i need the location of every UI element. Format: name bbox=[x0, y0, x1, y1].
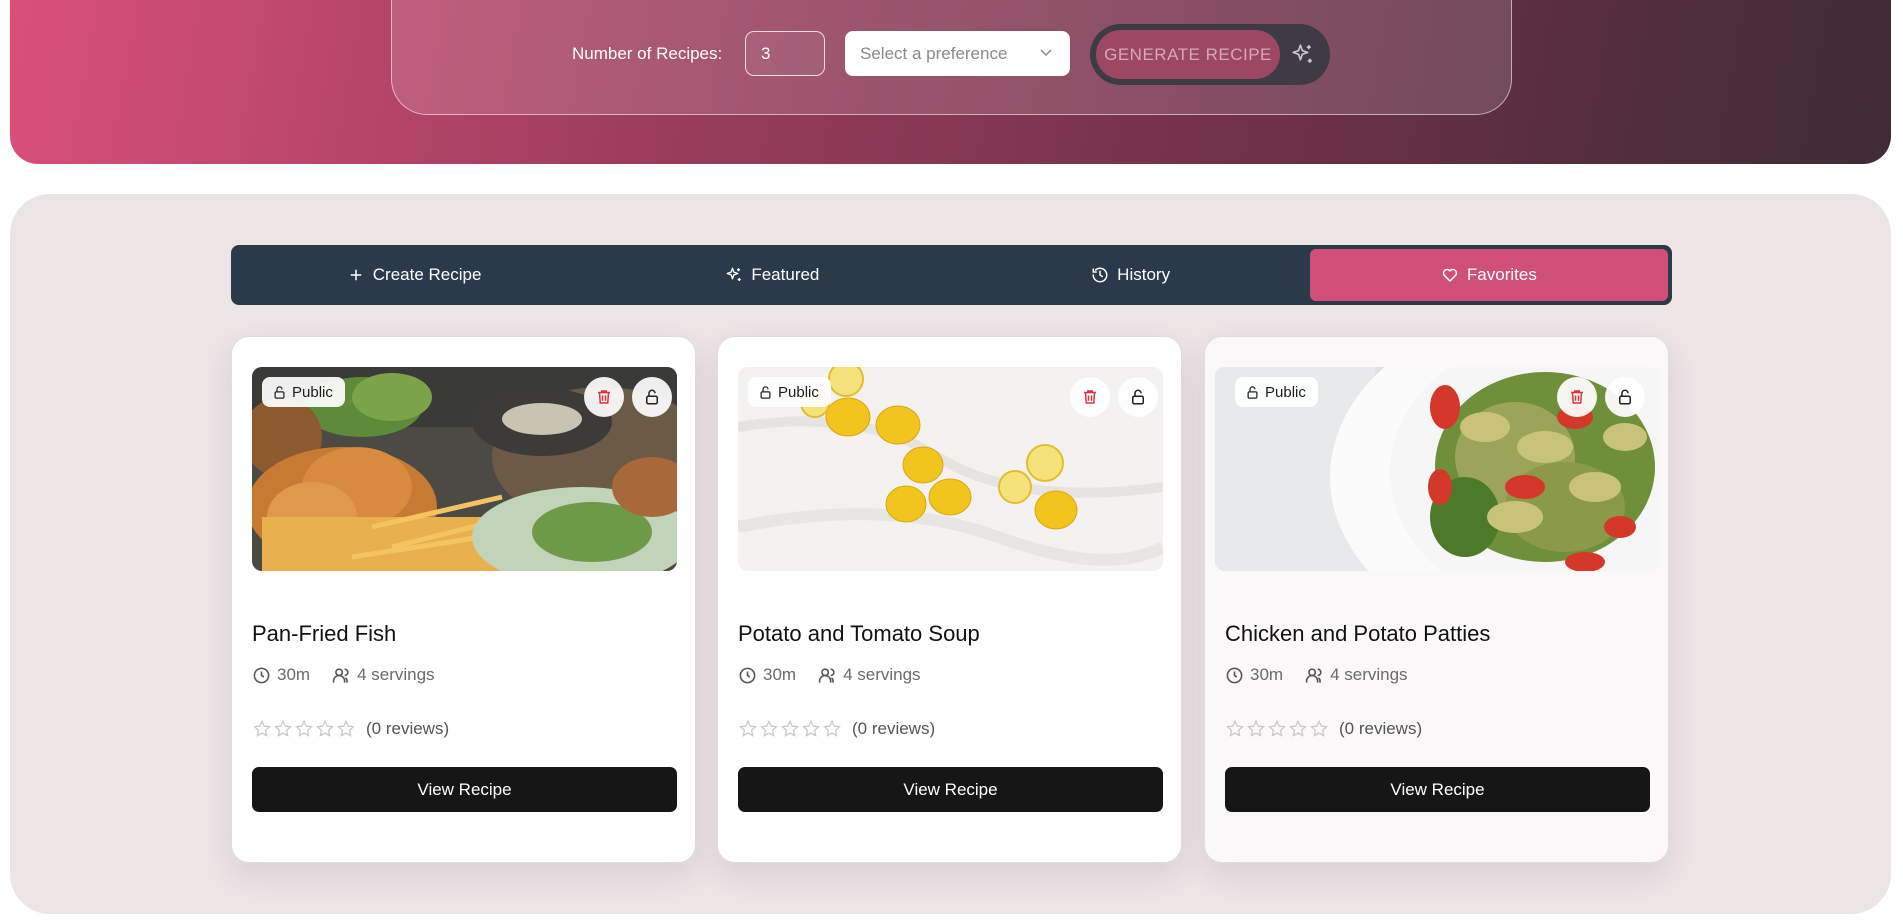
review-count: (0 reviews) bbox=[1339, 719, 1423, 738]
recipe-card: Public Potato and Tomato Soup 30m 4 serv… bbox=[717, 336, 1182, 863]
star-icon bbox=[1310, 719, 1328, 737]
heart-icon bbox=[1442, 268, 1458, 282]
chevron-down-icon bbox=[1040, 49, 1052, 57]
recipe-meta: 30m 4 servings bbox=[1225, 665, 1408, 685]
visibility-badge: Public bbox=[262, 377, 345, 407]
recipe-meta: 30m 4 servings bbox=[252, 665, 435, 685]
star-icon bbox=[1268, 719, 1286, 737]
view-recipe-button[interactable]: View Recipe bbox=[252, 767, 677, 812]
review-count: (0 reviews) bbox=[366, 719, 450, 738]
users-icon bbox=[818, 667, 835, 683]
lock-open-icon bbox=[274, 385, 285, 399]
visibility-label: Public bbox=[778, 383, 819, 401]
star-icon bbox=[823, 719, 841, 737]
plus-icon bbox=[350, 269, 362, 281]
recipe-title: Potato and Tomato Soup bbox=[738, 621, 980, 646]
view-recipe-button[interactable]: View Recipe bbox=[738, 767, 1163, 812]
users-icon bbox=[1305, 667, 1322, 683]
recipe-time: 30m bbox=[277, 665, 311, 684]
visibility-badge: Public bbox=[748, 377, 831, 407]
star-icon bbox=[802, 719, 820, 737]
delete-button[interactable] bbox=[1070, 377, 1110, 417]
visibility-toggle-button[interactable] bbox=[1118, 377, 1158, 417]
generate-recipe-button[interactable]: GENERATE RECIPE bbox=[1096, 30, 1280, 79]
recipe-title: Pan-Fried Fish bbox=[252, 621, 397, 646]
star-icon bbox=[295, 719, 313, 737]
star-icon bbox=[1289, 719, 1307, 737]
recipe-time: 30m bbox=[763, 665, 797, 684]
users-icon bbox=[332, 667, 349, 683]
visibility-toggle-button[interactable] bbox=[1605, 377, 1645, 417]
star-rating[interactable] bbox=[1225, 719, 1329, 739]
star-icon bbox=[316, 719, 334, 737]
star-icon bbox=[1247, 719, 1265, 737]
clock-icon bbox=[1226, 667, 1243, 683]
visibility-toggle-button[interactable] bbox=[632, 377, 672, 417]
visibility-label: Public bbox=[1265, 383, 1306, 401]
lock-open-icon bbox=[646, 389, 658, 405]
preference-select[interactable]: Select a preference bbox=[845, 31, 1070, 76]
generate-group: GENERATE RECIPE bbox=[1090, 24, 1330, 85]
star-icon bbox=[781, 719, 799, 737]
tab-label: Featured bbox=[751, 265, 820, 284]
history-icon bbox=[1092, 267, 1108, 283]
star-rating[interactable] bbox=[252, 719, 356, 739]
recipe-meta: 30m 4 servings bbox=[738, 665, 921, 685]
clock-icon bbox=[739, 667, 756, 683]
star-icon bbox=[274, 719, 292, 737]
star-icon bbox=[739, 719, 757, 737]
recipe-servings: 4 servings bbox=[843, 665, 921, 684]
tab-create-recipe[interactable]: Create Recipe bbox=[235, 249, 593, 301]
tab-label: Favorites bbox=[1466, 265, 1537, 284]
recipe-servings: 4 servings bbox=[357, 665, 435, 684]
num-recipes-input[interactable]: 3 bbox=[745, 31, 825, 76]
preference-placeholder: Select a preference bbox=[860, 44, 1008, 63]
tab-featured[interactable]: Featured bbox=[593, 249, 951, 301]
num-recipes-label: Number of Recipes: bbox=[572, 44, 723, 63]
trash-icon bbox=[598, 390, 610, 404]
clock-icon bbox=[253, 667, 270, 683]
visibility-label: Public bbox=[292, 383, 333, 401]
lock-open-icon bbox=[1247, 385, 1258, 399]
tab-bar: Create Recipe Featured History Favorites bbox=[231, 245, 1672, 305]
lock-open-icon bbox=[1619, 389, 1631, 405]
delete-button[interactable] bbox=[584, 377, 624, 417]
star-icon bbox=[1226, 719, 1244, 737]
sparkles-icon[interactable] bbox=[1290, 42, 1315, 67]
recipe-rating: (0 reviews) bbox=[1225, 719, 1422, 739]
review-count: (0 reviews) bbox=[852, 719, 936, 738]
recipe-rating: (0 reviews) bbox=[738, 719, 935, 739]
tab-favorites[interactable]: Favorites bbox=[1309, 249, 1668, 301]
star-icon bbox=[253, 719, 271, 737]
trash-icon bbox=[1084, 390, 1096, 404]
visibility-badge: Public bbox=[1235, 377, 1318, 407]
star-icon bbox=[337, 719, 355, 737]
recipe-title: Chicken and Potato Patties bbox=[1225, 621, 1491, 646]
tab-label: Create Recipe bbox=[372, 265, 482, 284]
recipe-servings: 4 servings bbox=[1330, 665, 1408, 684]
recipe-rating: (0 reviews) bbox=[252, 719, 449, 739]
star-icon bbox=[760, 719, 778, 737]
recipe-time: 30m bbox=[1250, 665, 1284, 684]
view-recipe-button[interactable]: View Recipe bbox=[1225, 767, 1650, 812]
lock-open-icon bbox=[1132, 389, 1144, 405]
recipe-card: Public Pan-Fried Fish 30m 4 servings (0 … bbox=[231, 336, 696, 863]
recipe-card: Public Chicken and Potato Patties 30m 4 … bbox=[1204, 336, 1669, 863]
star-rating[interactable] bbox=[738, 719, 842, 739]
tab-label: History bbox=[1117, 265, 1171, 284]
sparkles-icon bbox=[726, 267, 742, 281]
trash-icon bbox=[1571, 390, 1583, 404]
tab-history[interactable]: History bbox=[952, 249, 1310, 301]
lock-open-icon bbox=[760, 385, 771, 399]
delete-button[interactable] bbox=[1557, 377, 1597, 417]
